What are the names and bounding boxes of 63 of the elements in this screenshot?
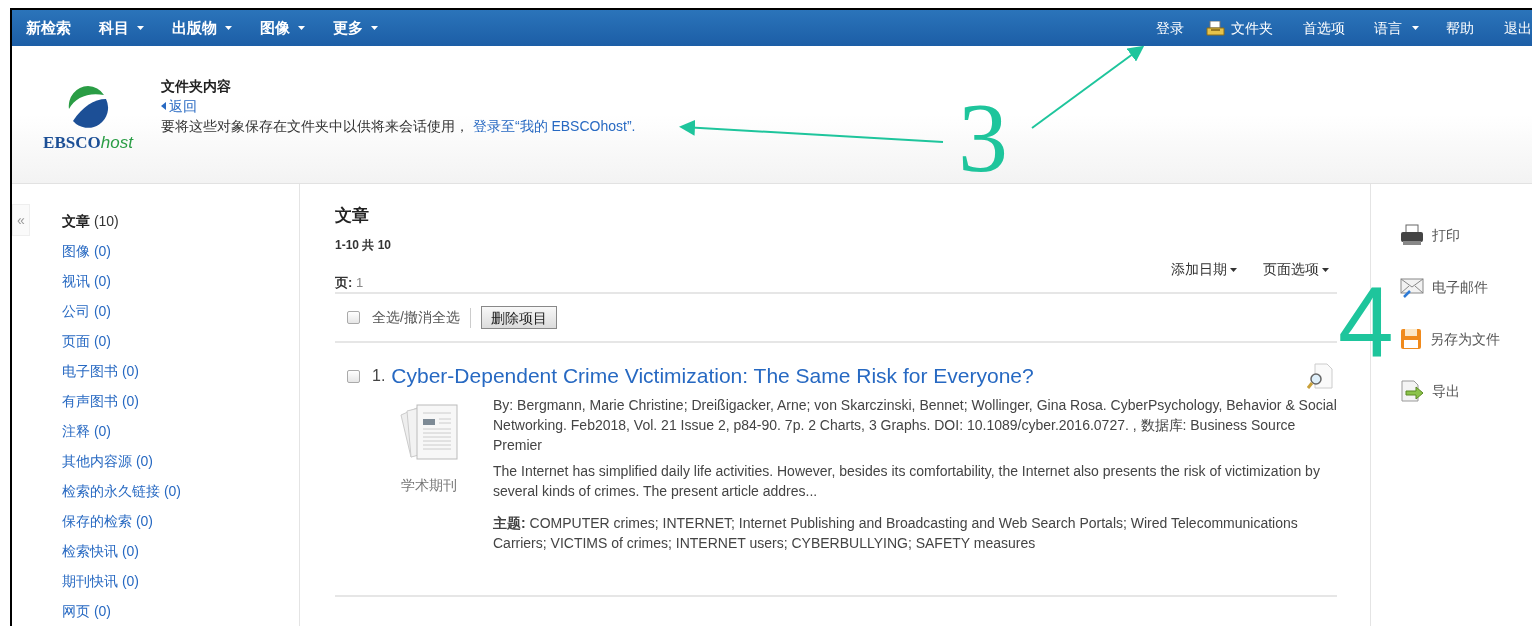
nav-link[interactable]: 帮助 xyxy=(1446,17,1474,39)
result-checkbox[interactable] xyxy=(347,369,360,383)
annotation-number: 4 xyxy=(1338,272,1394,372)
select-all-checkbox[interactable]: 全选/撤消全选 xyxy=(347,307,460,328)
info-message: 要将这些对象保存在文件夹中以供将来会话使用， 登录至“我的 EBSCOhost”. xyxy=(161,117,636,137)
caret-icon xyxy=(1322,267,1329,272)
sidebar-item[interactable]: 其他内容源 (0) xyxy=(62,446,181,476)
nav-link[interactable]: 首选项 xyxy=(1303,17,1345,39)
back-arrow-icon xyxy=(161,102,166,111)
tool-link[interactable]: 打印 xyxy=(1400,224,1532,246)
caret-icon xyxy=(1412,26,1419,31)
section-heading: 文章 xyxy=(335,205,370,227)
caret-icon xyxy=(371,26,378,31)
document-type-label: 学术期刊 xyxy=(401,476,457,495)
sidebar-item[interactable]: 检索快讯 (0) xyxy=(62,536,181,566)
tool-link[interactable]: 导出 xyxy=(1400,380,1532,402)
caret-icon xyxy=(225,26,232,31)
nav-link[interactable]: 语言 xyxy=(1374,17,1419,39)
page-title: 文件夹内容 xyxy=(161,77,232,97)
delete-items-button[interactable]: 删除项目 xyxy=(480,306,557,329)
nav-menu-item[interactable]: 科目 xyxy=(99,16,144,40)
tool-link[interactable]: 电子邮件 xyxy=(1400,276,1532,298)
sidebar-item[interactable]: 视讯 (0) xyxy=(62,266,181,296)
sidebar-item[interactable]: 公司 (0) xyxy=(62,296,181,326)
annotation-number: 3 xyxy=(958,88,1008,188)
nav-link[interactable]: 登录 xyxy=(1156,17,1184,39)
preview-icon[interactable] xyxy=(1307,363,1333,389)
sidebar-item[interactable]: 图像 (0) xyxy=(62,236,181,266)
caret-icon xyxy=(298,26,305,31)
sort-menu[interactable]: 添加日期 xyxy=(1171,259,1237,280)
caret-icon xyxy=(137,26,144,31)
result-number: 1. xyxy=(372,366,386,386)
sidebar-item[interactable]: 文章 (10) xyxy=(62,206,181,236)
subject-terms: 主题: COMPUTER crimes; INTERNET; Internet Publishing and Broadcasting and Web Search Portals; Wired Telecommunications Carriers; VICTIMS of crimes; INTERNET users; CYBERBULLYING; SAFETY measures xyxy=(493,514,1299,553)
article-title-link[interactable]: Cyber-Dependent Crime Victimization: The Same Risk for Everyone? xyxy=(391,363,1034,389)
document-arrow-icon xyxy=(1400,380,1424,402)
envelope-icon xyxy=(1400,276,1424,298)
login-link[interactable]: 登录至“我的 EBSCOhost”. xyxy=(472,118,636,135)
sidebar-item[interactable]: 检索的永久链接 (0) xyxy=(62,476,181,506)
back-link[interactable]: 返回 xyxy=(161,96,197,117)
sidebar-item[interactable]: 保存的检索 (0) xyxy=(62,506,181,536)
nav-menu-item[interactable]: 出版物 xyxy=(172,16,232,40)
sidebar-item[interactable]: 电子图书 (0) xyxy=(62,356,181,386)
sidebar-item[interactable]: 期刊快讯 (0) xyxy=(62,566,181,596)
page-indicator: 页: 1 xyxy=(335,274,364,292)
nav-link[interactable]: 退出 xyxy=(1504,17,1532,39)
journal-icon xyxy=(399,403,459,463)
sidebar-item[interactable]: 网页 (0) xyxy=(62,596,181,626)
printer-icon xyxy=(1400,224,1424,246)
caret-icon xyxy=(1230,267,1237,272)
result-count: 1-10 共 10 xyxy=(335,237,393,253)
abstract-text: The Internet has simplified daily life activities. However, besides its comfortability, the Internet also presents the risk of victimization by several kinds of crimes. The present article addres... xyxy=(493,462,1321,501)
sort-menu[interactable]: 页面选项 xyxy=(1263,259,1329,280)
nav-menu-item[interactable]: 更多 xyxy=(333,16,378,40)
sidebar-item[interactable]: 注释 (0) xyxy=(62,416,181,446)
nav-menu-item[interactable]: 图像 xyxy=(260,16,305,40)
citation-text: By: Bergmann, Marie Christine; Dreißigacker, Arne; von Skarczinski, Bennet; Wollinger, Gina Rosa. CyberPsychology, Behavior & Social Networking. Feb2018, Vol. 21 Issue 2, p84-90. 7p. 2 Charts, 3 Graphs. DOI: 10.1089/cyber.2016.0727. , 数据库: Business Source Premier xyxy=(493,396,1337,455)
sidebar-item[interactable]: 有声图书 (0) xyxy=(62,386,181,416)
nav-link[interactable]: 文件夹 xyxy=(1206,17,1273,39)
nav-menu-item[interactable]: 新检索 xyxy=(26,16,71,40)
sidebar-item[interactable]: 页面 (0) xyxy=(62,326,181,356)
ebsco-logo: EBSCOhost xyxy=(38,84,138,152)
tool-link[interactable]: 另存为文件 xyxy=(1400,328,1532,350)
